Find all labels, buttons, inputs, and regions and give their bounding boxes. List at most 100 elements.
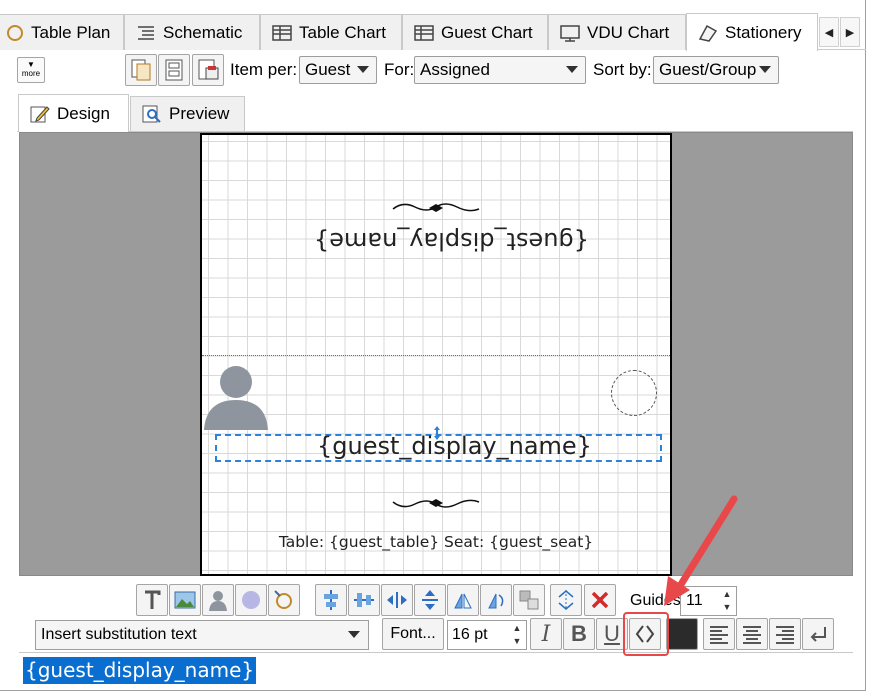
circle-shape-icon xyxy=(242,591,260,609)
align-middle-button[interactable] xyxy=(348,584,380,616)
move-handle-icon[interactable] xyxy=(430,426,444,440)
guest-chart-icon xyxy=(414,24,434,41)
guide-snap-button[interactable] xyxy=(550,584,582,616)
align-top-icon xyxy=(324,590,338,610)
sort-by-select[interactable]: Guest/Group xyxy=(653,56,779,84)
flip-horizontal-button[interactable] xyxy=(447,584,479,616)
italic-button[interactable]: I xyxy=(530,618,562,650)
tab-table-chart[interactable]: Table Chart xyxy=(260,14,402,50)
copy-page-icon xyxy=(131,59,151,81)
item-per-label: Item per: xyxy=(230,60,298,79)
align-left-icon xyxy=(710,626,728,644)
table-shape-icon xyxy=(274,590,292,609)
tab-guest-chart[interactable]: Guest Chart xyxy=(402,14,548,50)
tab-label: Preview xyxy=(169,104,230,123)
tab-design[interactable]: Design xyxy=(18,94,129,132)
font-button[interactable]: Font... xyxy=(382,618,444,650)
for-value: Assigned xyxy=(420,60,490,79)
chevron-left-icon: ◀ xyxy=(824,26,834,39)
guides-label: Guides: xyxy=(630,592,686,609)
flip-icon xyxy=(454,593,472,609)
circle-shape-placeholder[interactable] xyxy=(611,370,657,416)
tab-vdu-chart[interactable]: VDU Chart xyxy=(548,14,686,50)
align-right-icon xyxy=(776,626,794,644)
selected-editor-text[interactable]: {guest_display_name} xyxy=(23,657,257,684)
tab-preview[interactable]: Preview xyxy=(130,96,245,131)
insert-table-shape-button[interactable] xyxy=(268,584,300,616)
tab-label: Stationery xyxy=(725,22,802,42)
italic-icon: I xyxy=(541,621,551,647)
image-icon xyxy=(174,591,196,609)
tab-label: Design xyxy=(57,103,110,123)
tab-scroll-left-button[interactable]: ◀ xyxy=(819,17,839,47)
tab-table-plan[interactable]: Table Plan xyxy=(0,14,124,50)
print-page-button[interactable] xyxy=(192,54,224,86)
more-label: more xyxy=(21,69,41,78)
chevron-down-icon xyxy=(357,66,369,73)
chevron-down-icon xyxy=(566,66,578,73)
align-center-button[interactable] xyxy=(736,618,768,650)
more-button[interactable]: ▼ more xyxy=(17,57,45,83)
delete-icon xyxy=(591,591,609,609)
font-size-spinner[interactable]: 16 pt ▲ ▼ xyxy=(447,620,527,650)
place-card-page[interactable]: {guest_display_name} {guest_display_name… xyxy=(200,133,672,576)
spinner-arrows[interactable]: ▲ ▼ xyxy=(720,589,734,613)
arrange-button[interactable] xyxy=(513,584,545,616)
tab-stationery[interactable]: Stationery xyxy=(686,13,818,51)
guest-name-field-upside-down[interactable]: {guest_display_name} xyxy=(314,227,589,255)
new-stationery-button[interactable] xyxy=(125,54,157,86)
return-icon xyxy=(810,627,826,642)
guest-name-field[interactable]: {guest_display_name} xyxy=(317,432,592,460)
chevron-down-icon: ▼ xyxy=(27,60,35,69)
insert-photo-button[interactable] xyxy=(202,584,234,616)
item-per-value: Guest xyxy=(305,60,351,79)
page-layout-icon xyxy=(165,59,183,81)
design-canvas[interactable]: {guest_display_name} {guest_display_name… xyxy=(19,132,853,576)
space-horizontal-button[interactable] xyxy=(381,584,413,616)
tab-schematic[interactable]: Schematic xyxy=(124,14,260,50)
guides-value: 11 xyxy=(686,592,703,609)
align-top-button[interactable] xyxy=(315,584,347,616)
substitution-text-select[interactable]: Insert substitution text xyxy=(35,620,369,650)
tab-label: Guest Chart xyxy=(441,22,533,42)
delete-button[interactable] xyxy=(584,584,616,616)
tab-scroll-right-button[interactable]: ▶ xyxy=(840,17,860,47)
main-tab-strip: Table Plan Schematic Table Chart Guest C… xyxy=(0,12,866,51)
new-line-button[interactable] xyxy=(802,618,834,650)
item-per-select[interactable]: Guest xyxy=(299,56,377,84)
tab-label: VDU Chart xyxy=(587,22,670,42)
for-select[interactable]: Assigned xyxy=(414,56,586,84)
chevron-up-icon[interactable]: ▲ xyxy=(723,589,732,600)
sort-by-value: Guest/Group xyxy=(659,60,757,79)
chevron-down-icon xyxy=(348,631,360,638)
space-vertical-button[interactable] xyxy=(414,584,446,616)
underline-icon: U xyxy=(604,621,620,646)
align-right-button[interactable] xyxy=(769,618,801,650)
chevron-down-icon xyxy=(759,66,771,73)
guides-spinner[interactable]: 11 ▲ ▼ xyxy=(680,586,737,616)
rotate-button[interactable] xyxy=(480,584,512,616)
rotate-icon xyxy=(488,593,504,609)
align-left-button[interactable] xyxy=(703,618,735,650)
guest-photo-placeholder-icon[interactable] xyxy=(202,360,272,430)
preview-icon xyxy=(142,105,161,123)
chevron-up-icon[interactable]: ▲ xyxy=(513,623,522,634)
insert-image-button[interactable] xyxy=(169,584,201,616)
bold-button[interactable]: B xyxy=(563,618,595,650)
insert-shape-button[interactable] xyxy=(235,584,267,616)
text-color-button[interactable] xyxy=(666,618,698,650)
color-swatch-icon xyxy=(668,620,696,648)
chevron-down-icon[interactable]: ▼ xyxy=(723,602,732,613)
tab-label: Table Chart xyxy=(299,22,386,42)
layout-page-button[interactable] xyxy=(158,54,190,86)
insert-text-button[interactable] xyxy=(136,584,168,616)
table-seat-field[interactable]: Table: {guest_table} Seat: {guest_seat} xyxy=(202,533,670,551)
fold-line xyxy=(202,355,670,356)
space-horizontal-icon xyxy=(387,592,407,608)
flourish-top-icon xyxy=(392,203,480,212)
spinner-arrows[interactable]: ▲ ▼ xyxy=(510,623,524,647)
chevron-down-icon[interactable]: ▼ xyxy=(513,636,522,647)
table-chart-icon xyxy=(272,24,292,41)
align-center-icon xyxy=(743,626,761,644)
tab-label: Table Plan xyxy=(31,22,111,42)
